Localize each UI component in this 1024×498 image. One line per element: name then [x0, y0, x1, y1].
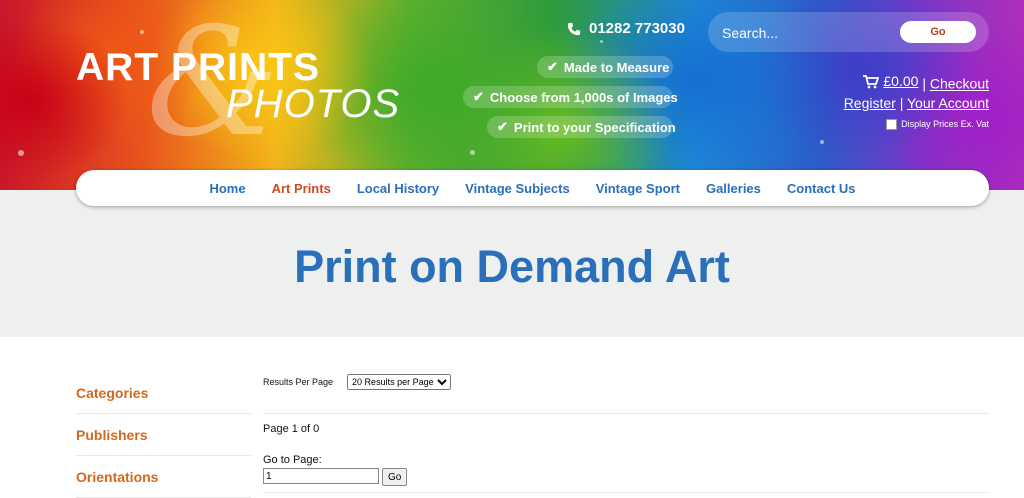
search-go-button[interactable]: Go — [900, 21, 976, 43]
nav-home[interactable]: Home — [209, 181, 245, 196]
results-per-page-select[interactable]: 20 Results per Page — [347, 374, 452, 390]
goto-page-label: Go to Page: — [263, 454, 322, 466]
nav-vintage-sport[interactable]: Vintage Sport — [596, 181, 680, 196]
sidebar-item-orientations[interactable]: Orientations — [76, 456, 251, 498]
vat-toggle[interactable]: Display Prices Ex. Vat — [844, 115, 989, 134]
feature-choose-images: ✔ Choose from 1,000s of Images — [463, 86, 678, 108]
paint-speck — [600, 40, 603, 43]
feature-made-to-measure: ✔ Made to Measure — [537, 56, 673, 78]
feature-print-spec: ✔ Print to your Specification — [487, 116, 676, 138]
logo-line2: PHOTOS — [226, 82, 401, 126]
account-links: £0.00 | Checkout Register | Your Account… — [844, 72, 989, 134]
vat-label: Display Prices Ex. Vat — [901, 118, 989, 129]
hero-banner: Print on Demand Art — [0, 190, 1024, 337]
cart-link[interactable]: £0.00 — [863, 72, 918, 91]
site-header: & ART PRINTS PHOTOS 01282 773030 ✔ Made … — [0, 0, 1024, 190]
goto-page-button[interactable]: Go — [382, 468, 408, 486]
paint-speck — [820, 140, 824, 144]
phone-icon — [567, 22, 581, 35]
results-per-page: Results Per Page 20 Results per Page — [263, 373, 989, 391]
divider — [263, 492, 989, 493]
page-info: Page 1 of 0 — [263, 423, 320, 435]
cart-icon — [863, 74, 880, 88]
checkout-link[interactable]: Checkout — [930, 76, 989, 92]
nav-contact-us[interactable]: Contact Us — [787, 181, 856, 196]
search-input[interactable] — [720, 22, 884, 44]
phone-text: 01282 773030 — [589, 20, 685, 37]
phone-number[interactable]: 01282 773030 — [567, 20, 685, 37]
divider — [263, 413, 989, 414]
main-nav: Home Art Prints Local History Vintage Su… — [76, 170, 989, 206]
site-logo[interactable]: & ART PRINTS PHOTOS — [76, 8, 399, 158]
feature-label: Print to your Specification — [513, 119, 676, 135]
page-title: Print on Demand Art — [294, 241, 730, 292]
your-account-link[interactable]: Your Account — [907, 95, 989, 111]
sidebar-item-publishers[interactable]: Publishers — [76, 414, 251, 456]
feature-label: Made to Measure — [563, 59, 670, 75]
cart-total: £0.00 — [883, 73, 919, 89]
paint-speck — [18, 150, 24, 156]
separator: | — [899, 94, 904, 111]
goto-page: Go to Page: Go — [263, 454, 989, 486]
feature-label: Choose from 1,000s of Images — [489, 89, 678, 105]
nav-art-prints[interactable]: Art Prints — [272, 181, 331, 196]
paint-speck — [470, 150, 475, 155]
check-icon: ✔ — [547, 59, 558, 74]
vat-checkbox[interactable] — [886, 118, 898, 130]
sidebar-item-categories[interactable]: Categories — [76, 372, 251, 414]
search-bar: Go — [708, 12, 989, 52]
nav-local-history[interactable]: Local History — [357, 181, 439, 196]
results-panel: Results Per Page 20 Results per Page Pag… — [263, 372, 989, 493]
nav-vintage-subjects[interactable]: Vintage Subjects — [465, 181, 570, 196]
filter-sidebar: Categories Publishers Orientations — [76, 372, 251, 498]
check-icon: ✔ — [497, 119, 508, 134]
separator: | — [922, 75, 926, 92]
check-icon: ✔ — [473, 89, 484, 104]
goto-page-input[interactable] — [263, 468, 379, 484]
results-per-page-label: Results Per Page — [263, 377, 334, 387]
nav-galleries[interactable]: Galleries — [706, 181, 761, 196]
register-link[interactable]: Register — [844, 95, 896, 111]
paint-speck — [140, 30, 144, 34]
